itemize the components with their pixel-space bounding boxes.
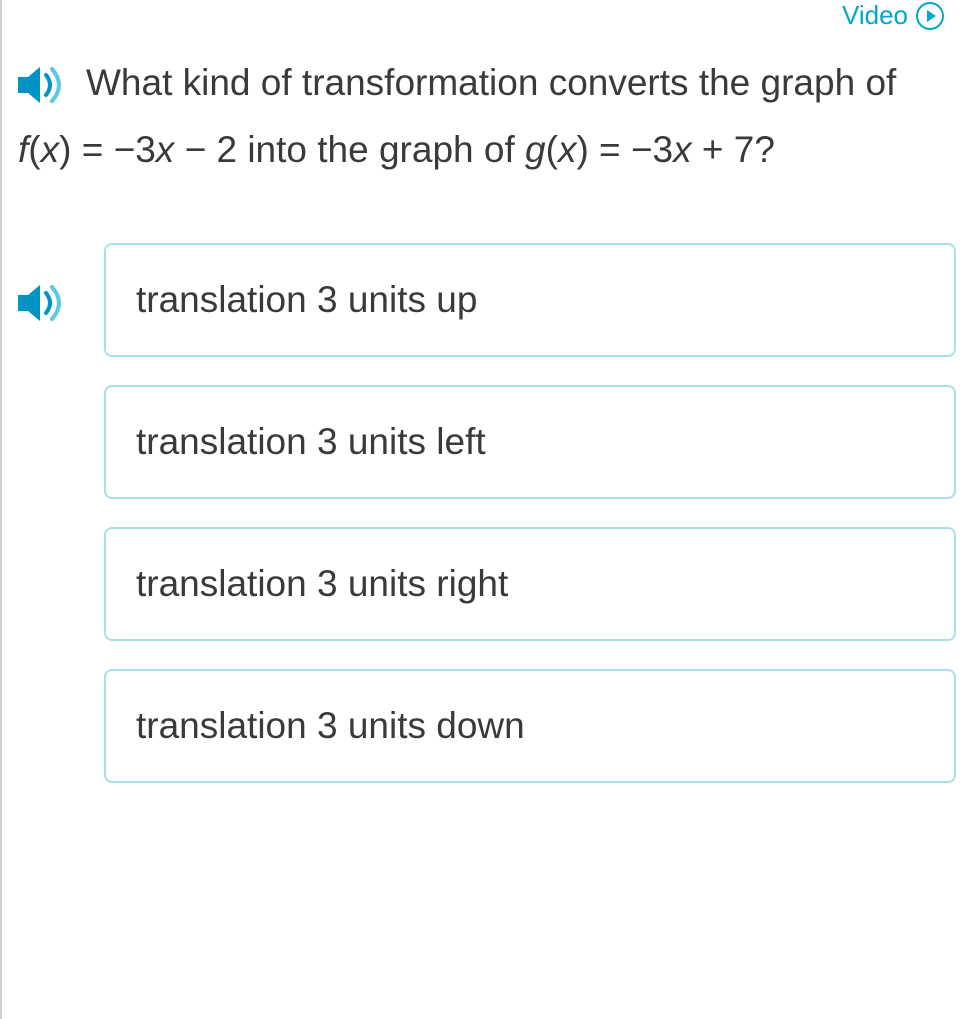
left-border <box>0 0 2 1019</box>
gx-paren: ( <box>546 129 558 170</box>
video-link[interactable]: Video <box>842 0 908 31</box>
fx-eq: = −3 <box>71 129 155 170</box>
gx-x2: x <box>673 129 692 170</box>
gx-eq: = −3 <box>589 129 673 170</box>
fx-x2: x <box>156 129 175 170</box>
question-prefix: What kind of transformation converts the… <box>86 62 896 103</box>
options-list: translation 3 units up translation 3 uni… <box>104 243 974 783</box>
play-icon[interactable] <box>916 2 944 30</box>
option-button-4[interactable]: translation 3 units down <box>104 669 956 783</box>
fx-f: f <box>18 129 28 170</box>
gx-rest: + 7? <box>692 129 775 170</box>
question-container: What kind of transformation converts the… <box>0 0 974 183</box>
speaker-icon[interactable] <box>18 283 74 328</box>
option-button-2[interactable]: translation 3 units left <box>104 385 956 499</box>
top-bar: Video <box>842 0 944 31</box>
gx-x: x <box>558 129 577 170</box>
gx-g: g <box>525 129 546 170</box>
speaker-icon[interactable] <box>18 65 74 105</box>
option-button-1[interactable]: translation 3 units up <box>104 243 956 357</box>
option-button-3[interactable]: translation 3 units right <box>104 527 956 641</box>
gx-close: ) <box>576 129 588 170</box>
fx-rest: − 2 into the graph of <box>174 129 525 170</box>
options-container: translation 3 units up translation 3 uni… <box>0 243 974 783</box>
fx-x: x <box>41 129 60 170</box>
question-text: What kind of transformation converts the… <box>18 50 956 183</box>
fx-close: ) <box>59 129 71 170</box>
fx-paren: ( <box>28 129 40 170</box>
